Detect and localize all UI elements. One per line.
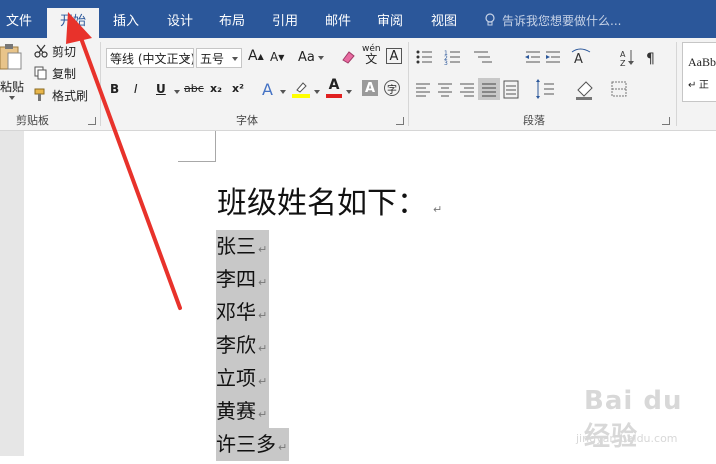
annotation-arrow xyxy=(66,12,182,310)
